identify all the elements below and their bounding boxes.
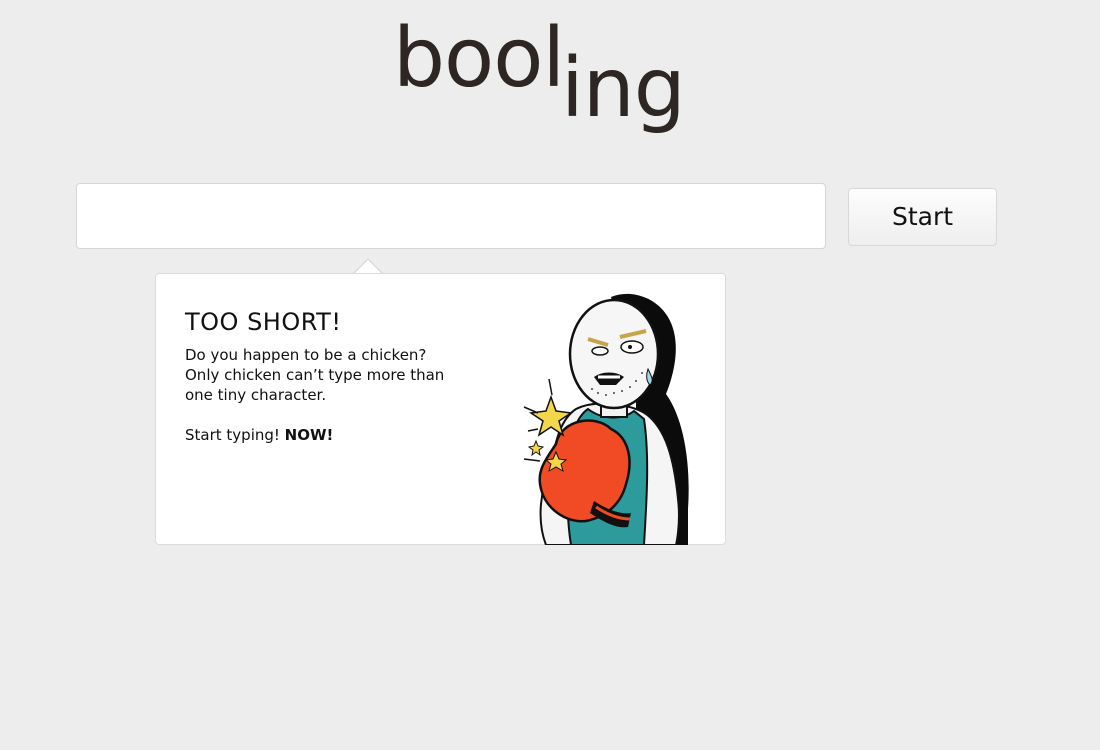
- tooltip-cta-strong: NOW!: [284, 426, 334, 444]
- boxer-head: [568, 298, 660, 410]
- tooltip-cta: Start typing! NOW!: [185, 425, 455, 445]
- boxer-illustration-icon: [523, 293, 689, 545]
- tooltip-line-3: one tiny character.: [185, 386, 327, 404]
- start-button[interactable]: Start: [848, 188, 997, 246]
- tooltip-body: Do you happen to be a chicken? Only chic…: [185, 345, 455, 445]
- tooltip-line-1: Do you happen to be a chicken?: [185, 346, 427, 364]
- search-input[interactable]: [76, 183, 826, 249]
- tooltip-line-2: Only chicken can’t type more than: [185, 366, 445, 384]
- logo-part-bool: bool: [393, 11, 565, 106]
- tooltip-cta-text: Start typing!: [185, 426, 285, 444]
- tooltip-title: TOO SHORT!: [185, 308, 342, 336]
- too-short-tooltip: TOO SHORT! Do you happen to be a chicken…: [155, 273, 726, 545]
- logo-part-ing: ing: [561, 41, 686, 136]
- logo: bool ing: [393, 11, 686, 143]
- impact-star-tiny: [527, 439, 545, 457]
